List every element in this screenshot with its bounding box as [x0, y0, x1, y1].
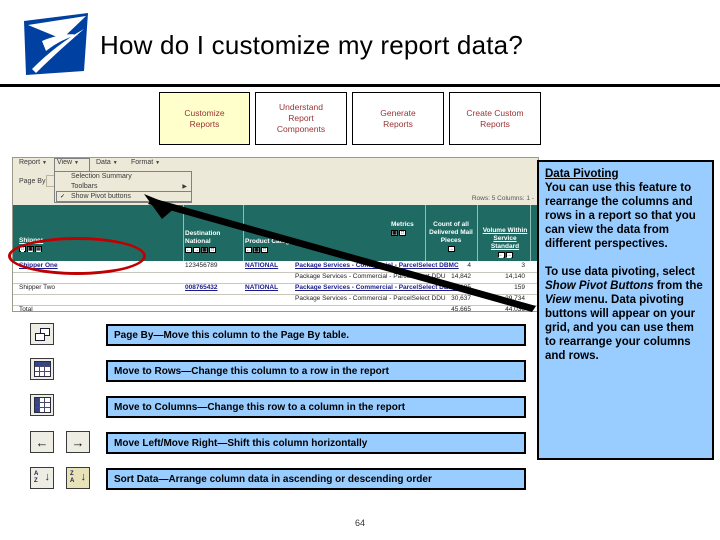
page-title: How do I customize my report data? [100, 30, 523, 60]
pivot-buttons-product[interactable]: ← ▦ □ [245, 247, 300, 253]
tab-line-2: Report [288, 113, 314, 123]
page-number: 64 [354, 518, 365, 528]
menu-report[interactable]: Report ▼ [19, 159, 47, 166]
table-row[interactable]: Shipper Two 008765432 NATIONAL Package S… [13, 284, 538, 294]
p2-emphasis-view: View [545, 294, 571, 306]
info-panel-heading: Data Pivoting [545, 168, 619, 180]
usps-eagle-logo [24, 13, 88, 75]
arrow-right-icon: → [71, 434, 85, 450]
move-left-pivot-button[interactable]: ← [245, 247, 252, 253]
menu-item-selection-summary[interactable]: Selection Summary [71, 173, 132, 180]
pivot-buttons-volume[interactable]: ← → [480, 252, 530, 258]
callout-move-to-rows: Move to Rows—Change this column to a row… [106, 360, 526, 382]
info-panel-data-pivoting: Data Pivoting You can use this feature t… [537, 160, 714, 460]
tab-line-3: Components [276, 124, 326, 134]
menu-data[interactable]: Data ▼ [96, 159, 118, 166]
page-by-pivot-button[interactable]: □ [261, 247, 268, 253]
page-header: How do I customize my report data? [0, 0, 720, 84]
tab-line-2: Reports [383, 118, 413, 129]
grid-column-header-metrics[interactable]: Metrics ▦ □ [391, 221, 414, 236]
cell-destination: NATIONAL [245, 284, 279, 291]
move-to-rows-grid-icon [33, 361, 51, 377]
menu-item-highlight [56, 191, 192, 202]
tab-line-1: Generate [380, 107, 416, 118]
page-by-pivot-button[interactable]: □ [399, 230, 406, 236]
grid-column-header-count[interactable]: Count of all Delivered Mail Pieces → [428, 221, 474, 252]
move-to-rows-pivot-button[interactable]: ▦ [253, 247, 260, 253]
view-menu-dropdown: Selection Summary Toolbars ▶ ✓ Show Pivo… [54, 171, 192, 203]
grid-column-header-volume[interactable]: Volume Within Service Standard ← → [480, 227, 530, 258]
menu-view-open-highlight [54, 158, 90, 172]
tab-line-1: Create Custom [466, 107, 524, 118]
tab-bar: Customize Reports Understand Report Comp… [159, 92, 559, 147]
info-panel-paragraph-1: You can use this feature to rearrange th… [545, 182, 696, 250]
grid-status-text: Rows: 5 Columns: 1 - [471, 195, 534, 202]
move-left-button[interactable]: ← [30, 431, 54, 453]
move-left-pivot-button[interactable]: ← [185, 247, 192, 253]
header-divider [0, 84, 720, 87]
red-ellipse-highlight [8, 237, 146, 275]
move-right-button[interactable]: → [66, 431, 90, 453]
application-screenshot: Report ▼ View ▼ Data ▼ Format ▼ Page By … [12, 157, 539, 312]
tab-create-custom-reports[interactable]: Create Custom Reports [449, 92, 541, 145]
page-by-button[interactable] [30, 323, 54, 345]
tab-line-1: Understand [279, 102, 323, 112]
page-by-pivot-button[interactable]: □ [209, 247, 216, 253]
table-row-total: Total 45,665 44,036 [13, 306, 538, 312]
move-to-rows-pivot-button[interactable]: ▦ [391, 230, 398, 236]
move-right-pivot-button[interactable]: → [505, 252, 513, 258]
menu-format[interactable]: Format ▼ [131, 159, 160, 166]
cell-total-volume: 44,036 [505, 306, 525, 312]
tab-line-2: Reports [480, 118, 510, 129]
grid-column-header-product-category[interactable]: Product Category ← ▦ □ [245, 238, 300, 253]
sort-ascending-button[interactable]: A Z ↓ [30, 467, 54, 489]
p2-part-a: To use data pivoting, select [545, 266, 695, 278]
move-left-pivot-button[interactable]: ← [497, 252, 505, 258]
tab-line-2: Reports [189, 118, 220, 129]
grid-column-header-destination[interactable]: Destination National ← → ▦ □ [185, 230, 220, 253]
cell-destination: NATIONAL [245, 262, 279, 269]
sort-ascending-icon: A Z ↓ [34, 470, 50, 484]
sort-descending-button[interactable]: Z A ↓ [66, 467, 90, 489]
cell-id: 008765432 [185, 284, 218, 291]
pivot-buttons-metrics[interactable]: ▦ □ [391, 230, 414, 236]
p2-part-b: from the [653, 280, 703, 292]
page-by-label: Page By [19, 178, 46, 185]
pivot-buttons-count[interactable]: → [428, 246, 474, 252]
move-right-pivot-button[interactable]: → [447, 246, 455, 252]
tab-line-1: Customize [184, 107, 225, 118]
move-to-columns-grid-icon [33, 397, 51, 413]
table-row[interactable]: Package Services - Commercial - ParcelSe… [13, 295, 538, 305]
p2-emphasis-show-pivot-buttons: Show Pivot Buttons [545, 280, 654, 292]
move-to-columns-button[interactable] [30, 394, 54, 416]
callout-move-left-right: Move Left/Move Right—Shift this column h… [106, 432, 526, 454]
callout-move-to-columns: Move to Columns—Change this row to a col… [106, 396, 526, 418]
pivot-buttons-destination[interactable]: ← → ▦ □ [185, 247, 220, 253]
sort-descending-icon: Z A ↓ [70, 470, 86, 484]
tab-generate-reports[interactable]: Generate Reports [352, 92, 444, 145]
cell-id: 123456789 [185, 262, 218, 269]
callout-sort-data: Sort Data—Arrange column data in ascendi… [106, 468, 526, 490]
move-to-rows-pivot-button[interactable]: ▦ [201, 247, 208, 253]
menu-bar: Report ▼ View ▼ Data ▼ Format ▼ [13, 158, 538, 172]
tab-understand-report-components[interactable]: Understand Report Components [255, 92, 347, 145]
page-by-icon [34, 327, 50, 341]
move-right-pivot-button[interactable]: → [193, 247, 200, 253]
callout-page-by: Page By—Move this column to the Page By … [106, 324, 526, 346]
cell-volume: 159 [514, 284, 525, 291]
move-to-rows-button[interactable] [30, 358, 54, 380]
cell-shipper: Shipper Two [19, 284, 56, 291]
info-panel-paragraph-2: To use data pivoting, select Show Pivot … [545, 265, 706, 363]
cell-volume: 3 [521, 262, 525, 269]
submenu-arrow-icon: ▶ [182, 184, 187, 190]
arrow-left-icon: ← [35, 434, 49, 450]
cell-volume: 29,734 [505, 295, 525, 302]
menu-item-toolbars[interactable]: Toolbars [71, 183, 97, 190]
tab-customize-reports[interactable]: Customize Reports [159, 92, 250, 145]
cell-total-label: Total [19, 306, 33, 312]
cell-volume: 14,140 [505, 273, 525, 280]
